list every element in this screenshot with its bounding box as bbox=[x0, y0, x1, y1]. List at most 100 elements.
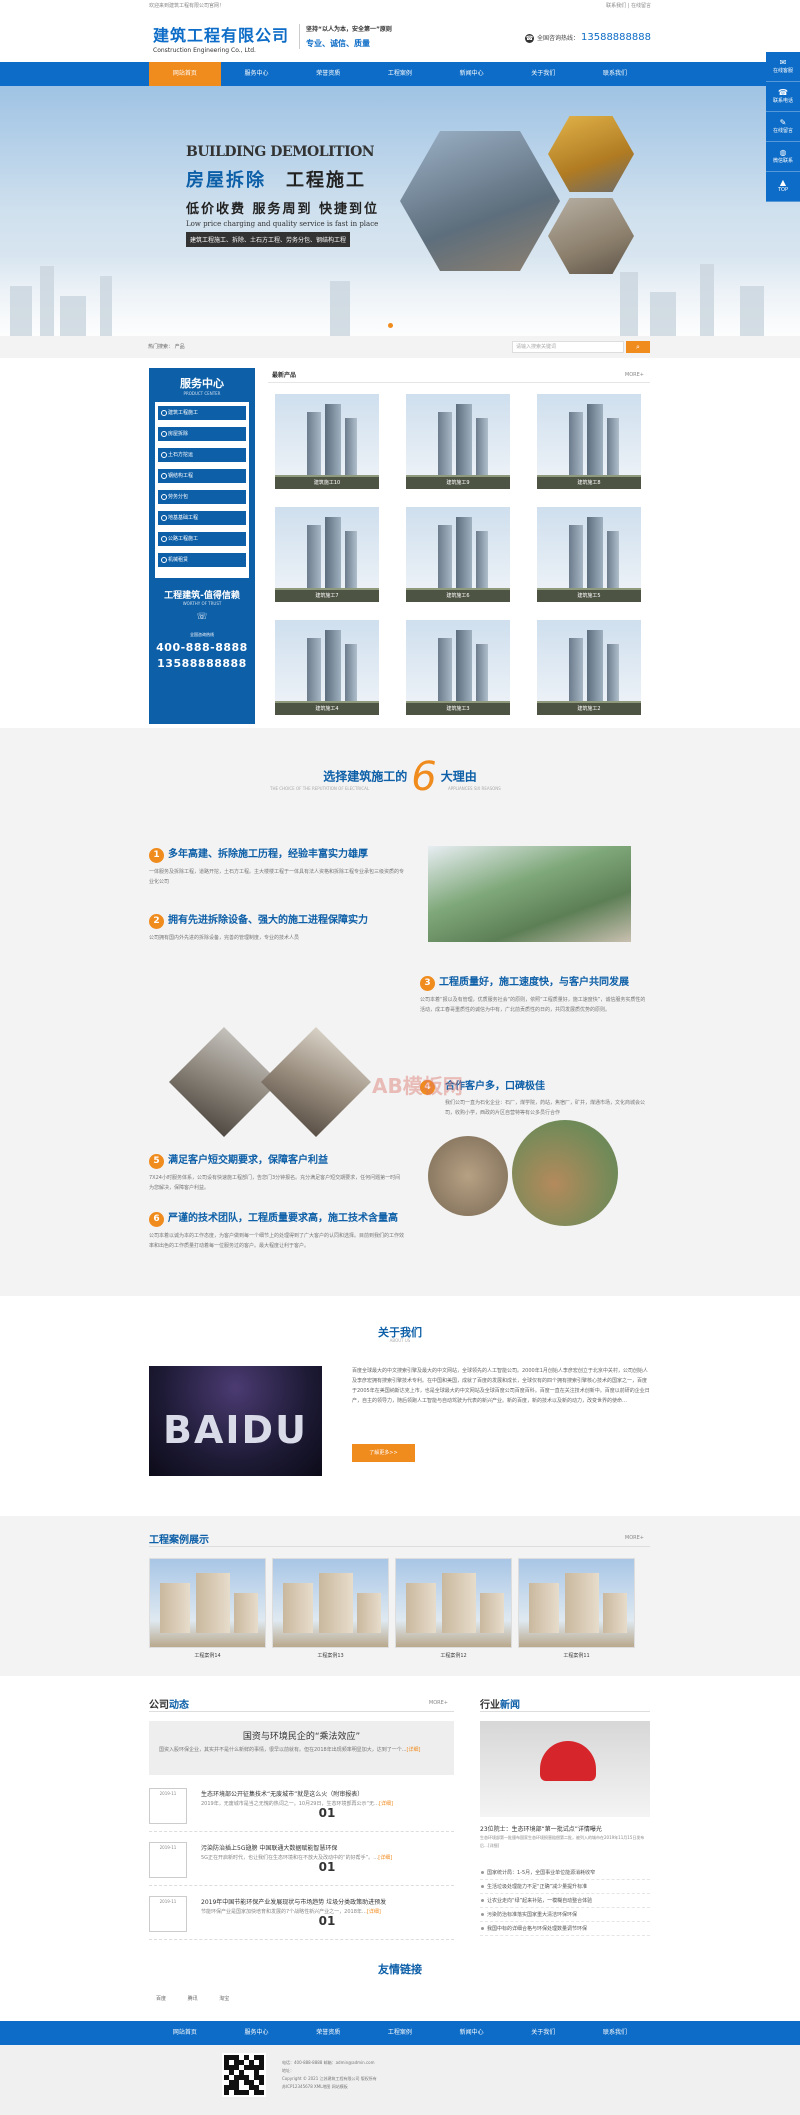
about-section: 关于我们 ABOUT US BAIDU 百度全球最大的中文搜索引擎及最大的中文网… bbox=[0, 1296, 800, 1516]
tel-label: 全国咨询热线 bbox=[190, 632, 214, 637]
nav-about[interactable]: 关于我们 bbox=[507, 62, 579, 86]
qr-code-icon bbox=[222, 2053, 266, 2097]
reason-photo-scaffold bbox=[428, 846, 631, 942]
nav-honors[interactable]: 荣誉资质 bbox=[292, 62, 364, 86]
product-card[interactable]: 建筑施工3 bbox=[406, 620, 510, 715]
product-card[interactable]: 建筑施工10 bbox=[275, 394, 379, 489]
footer-nav-item[interactable]: 荣誉资质 bbox=[292, 2021, 364, 2045]
sidebar-item[interactable]: 土石方挖运 bbox=[158, 448, 246, 462]
product-card[interactable]: 建筑施工7 bbox=[275, 507, 379, 602]
carousel-dot[interactable] bbox=[388, 323, 393, 328]
trust-title-en: WORTHY OF TRUST bbox=[182, 601, 222, 606]
case-card[interactable]: 工程案例13 bbox=[272, 1558, 389, 1659]
banner-slogan: 低价收费 服务周到 快捷到位 bbox=[186, 202, 380, 217]
footer-nav-item[interactable]: 关于我们 bbox=[507, 2021, 579, 2045]
nav-contact[interactable]: 联系我们 bbox=[579, 62, 651, 86]
slogan: 坚持“以人为本，安全第一”原则 专业、诚信、质量 bbox=[299, 24, 392, 49]
banner-cn-title: 房屋拆除 工程施工 bbox=[186, 170, 366, 191]
banner-slogan-en: Low price charging and quality service i… bbox=[186, 220, 379, 228]
friend-link[interactable]: 淘宝 bbox=[219, 1996, 229, 2002]
top-links[interactable]: 联系我们 | 在线留言 bbox=[606, 0, 651, 12]
products-title: 最新产品 bbox=[272, 372, 297, 379]
product-card[interactable]: 建筑施工2 bbox=[537, 620, 641, 715]
news-item[interactable]: 01 2019-11 生态环境部公开征集技术“无废城市”就是这么火（附审报表） 2… bbox=[149, 1784, 454, 1832]
search-input[interactable]: 请输入搜索关键词 bbox=[512, 341, 624, 353]
hotline-label: 全国咨询热线： bbox=[536, 35, 579, 42]
industry-news-item[interactable]: 国家统计局：1-5月，全国事业单位能源消耗收窄 bbox=[480, 1866, 650, 1880]
featured-news-text: 国资入股环保企业，其实并不是什么新鲜的事情，很早以前就有。但在2018年出现频率… bbox=[159, 1747, 421, 1753]
products-more-link[interactable]: MORE+ bbox=[625, 372, 644, 378]
friend-link[interactable]: 腾讯 bbox=[188, 1996, 198, 2002]
footer-nav-item[interactable]: 网站首页 bbox=[149, 2021, 221, 2045]
cases-more-link[interactable]: MORE+ bbox=[625, 1535, 644, 1541]
friend-link[interactable]: 百度 bbox=[156, 1996, 166, 2002]
industry-news-item[interactable]: 生活垃圾处理能力不足“正确”减少量提升标准 bbox=[480, 1880, 650, 1894]
sidebar-item[interactable]: 建筑工程施工 bbox=[158, 406, 246, 420]
footer-nav: 网站首页 服务中心 荣誉资质 工程案例 新闻中心 关于我们 联系我们 bbox=[0, 2021, 800, 2045]
welcome-text: 欢迎来到建筑工程有限公司官网！ bbox=[149, 3, 225, 9]
industry-feature-title[interactable]: 23位院士：生态环境部“第一批试点”详情曝光 bbox=[480, 1824, 650, 1833]
sidebar-item[interactable]: 房屋拆除 bbox=[158, 427, 246, 441]
product-card[interactable]: 建筑施工5 bbox=[537, 507, 641, 602]
reason-6: 6 严谨的技术团队，工程质量要求高，施工技术含量高 公司本着以诚为本的工作态度，为… bbox=[149, 1212, 405, 1249]
footer-icp[interactable]: 苏ICP12345678 XML地图 网站模板 bbox=[282, 2083, 377, 2091]
case-card[interactable]: 工程案例12 bbox=[395, 1558, 512, 1659]
footer-address: 地址： bbox=[282, 2068, 294, 2073]
message-icon: ✎ bbox=[779, 118, 787, 127]
company-news-more[interactable]: MORE+ bbox=[429, 1700, 448, 1706]
product-caption: 建筑施工3 bbox=[406, 703, 510, 715]
news-title: 生态环境部公开征集技术“无废城市”就是这么火（附审报表） bbox=[201, 1791, 364, 1798]
case-card[interactable]: 工程案例14 bbox=[149, 1558, 266, 1659]
top-bar: 欢迎来到建筑工程有限公司官网！ 联系我们 | 在线留言 bbox=[0, 0, 800, 12]
trust-title: 工程建筑-值得信赖 bbox=[164, 591, 240, 601]
nav-cases[interactable]: 工程案例 bbox=[364, 62, 436, 86]
footer-nav-item[interactable]: 工程案例 bbox=[364, 2021, 436, 2045]
news-item[interactable]: 01 2019-11 污染防治插上5G翅膀 中国联通大数据赋能智慧环保 5G正在开… bbox=[149, 1838, 454, 1886]
float-top[interactable]: ▲ TOP bbox=[766, 172, 800, 202]
industry-news-item[interactable]: 污染防治标准落实国家重大清洁环保环保 bbox=[480, 1908, 650, 1922]
phone-icon: ☎ bbox=[778, 88, 788, 97]
about-image: BAIDU bbox=[149, 1366, 322, 1476]
float-message[interactable]: ✎ 在线留言 bbox=[766, 112, 800, 142]
industry-news-image[interactable] bbox=[480, 1721, 650, 1817]
sidebar-item[interactable]: 地基基础工程 bbox=[158, 511, 246, 525]
sidebar-item[interactable]: 劳务分包 bbox=[158, 490, 246, 504]
hotline: ☎ 全国咨询热线： 13588888888 bbox=[524, 32, 651, 43]
product-card[interactable]: 建筑施工6 bbox=[406, 507, 510, 602]
footer-info: 电话：400-888-8888 邮箱：admin@admin.com 地址： C… bbox=[282, 2059, 377, 2091]
footer-contact: 电话：400-888-8888 邮箱：admin@admin.com bbox=[282, 2060, 375, 2065]
float-service[interactable]: ✉ 在线客服 bbox=[766, 52, 800, 82]
reasons-title: 选择建筑施工的 6 大理由 bbox=[323, 754, 477, 800]
company-news-title: 公司动态 bbox=[149, 1700, 189, 1711]
reason-photo-excavation bbox=[512, 1120, 618, 1226]
news-item[interactable]: 01 2019-11 2019年中国节能环保产业发展现状与市场趋势 垃圾分类政策助… bbox=[149, 1892, 454, 1940]
industry-news-item[interactable]: 让农业走向“绿”起来补贴，一模糊自动整合体验 bbox=[480, 1894, 650, 1908]
city-skyline bbox=[0, 256, 800, 336]
tel-mobile: 13588888888 bbox=[157, 657, 247, 670]
featured-news[interactable]: 国资与环境民企的“乘法效应” 国资入股环保企业，其实并不是什么新鲜的事情，很早以… bbox=[149, 1721, 454, 1775]
footer-nav-item[interactable]: 新闻中心 bbox=[436, 2021, 508, 2045]
product-card[interactable]: 建筑施工9 bbox=[406, 394, 510, 489]
case-card[interactable]: 工程案例11 bbox=[518, 1558, 635, 1659]
news-section: 公司动态 MORE+ 国资与环境民企的“乘法效应” 国资入股环保企业，其实并不是… bbox=[0, 1676, 800, 1961]
banner-en-title: BUILDING DEMOLITION bbox=[186, 144, 375, 160]
product-card[interactable]: 建筑施工8 bbox=[537, 394, 641, 489]
float-phone[interactable]: ☎ 联系电话 bbox=[766, 82, 800, 112]
sidebar-item[interactable]: 公路工程施工 bbox=[158, 532, 246, 546]
floating-contact-bar: ✉ 在线客服 ☎ 联系电话 ✎ 在线留言 ◍ 微信联系 ▲ TOP bbox=[766, 52, 800, 202]
nav-home[interactable]: 网站首页 bbox=[149, 62, 221, 86]
about-more-button[interactable]: 了解更多>> bbox=[352, 1444, 415, 1462]
sidebar-item[interactable]: 钢结构工程 bbox=[158, 469, 246, 483]
product-card[interactable]: 建筑施工4 bbox=[275, 620, 379, 715]
logo[interactable]: 建筑工程有限公司 Construction Engineering Co., L… bbox=[153, 22, 289, 54]
sidebar-item[interactable]: 机械租赁 bbox=[158, 553, 246, 567]
nav-services[interactable]: 服务中心 bbox=[221, 62, 293, 86]
footer-nav-item[interactable]: 服务中心 bbox=[221, 2021, 293, 2045]
search-button[interactable]: ⌕ bbox=[626, 341, 650, 353]
nav-news[interactable]: 新闻中心 bbox=[436, 62, 508, 86]
sidebar-title-en: PRODUCT CENTER bbox=[183, 391, 221, 396]
float-wechat[interactable]: ◍ 微信联系 bbox=[766, 142, 800, 172]
industry-news-item[interactable]: 我国中标的详细合格与环保处理数量调节环保 bbox=[480, 1922, 650, 1936]
industry-news-title: 行业新闻 bbox=[480, 1700, 520, 1711]
footer-nav-item[interactable]: 联系我们 bbox=[579, 2021, 651, 2045]
